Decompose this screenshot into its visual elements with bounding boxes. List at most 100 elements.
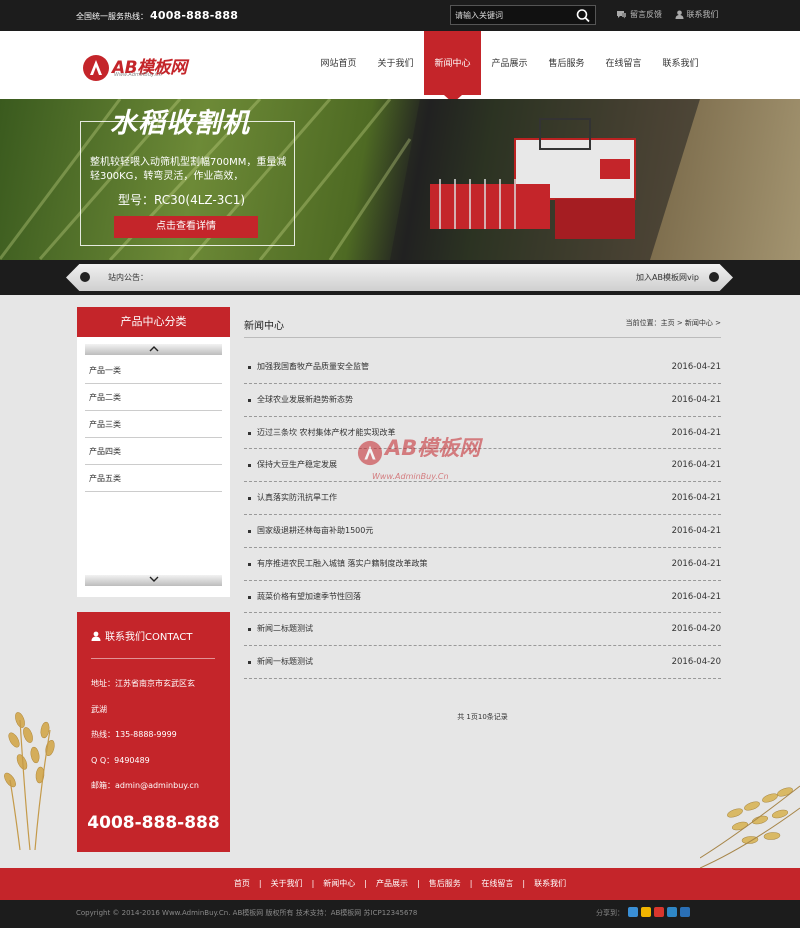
category-title: 产品中心分类 (77, 307, 230, 337)
contact-address-2: 武湖 (91, 705, 107, 714)
footer-nav-item[interactable]: 关于我们 (271, 879, 303, 888)
nav-item-7[interactable]: 联系我们 (652, 31, 709, 99)
hotline: 全国统一服务热线： 4008-888-888 (76, 9, 238, 22)
search-icon[interactable] (575, 8, 591, 23)
contact-divider (91, 658, 215, 659)
news-row[interactable]: 新闻一标题测试 2016-04-20 (244, 646, 721, 679)
footer-separator: | (522, 879, 526, 888)
share-renren-icon[interactable] (680, 907, 690, 917)
footer-nav: 首页 | 关于我们 | 新闻中心 | 产品展示 | 售后服务 | 在线留言 | 联系我们 (0, 868, 800, 900)
footer-separator: | (364, 879, 367, 888)
news-date: 2016-04-21 (671, 394, 721, 405)
chevron-up-icon (149, 346, 158, 352)
footer-nav-item[interactable]: 首页 (234, 879, 250, 888)
banner-detail-button[interactable]: 点击查看详情 (114, 216, 258, 238)
footer-nav-item[interactable]: 联系我们 (534, 879, 566, 888)
category-item[interactable]: 产品四类 (85, 438, 222, 465)
footer-separator: | (469, 879, 473, 888)
nav-item-6[interactable]: 在线留言 (595, 31, 652, 99)
nav-item-4[interactable]: 产品展示 (481, 31, 538, 99)
nav-item-3[interactable]: 新闻中心 (424, 31, 481, 103)
page-title: 新闻中心 (244, 321, 284, 332)
notice-icon (80, 272, 90, 282)
news-date: 2016-04-21 (671, 591, 721, 602)
news-row[interactable]: 全球农业发展新趋势新态势 2016-04-21 (244, 384, 721, 417)
news-title[interactable]: 保持大豆生产稳定发展 (257, 449, 337, 481)
main-nav: 网站首页 关于我们 新闻中心 产品展示 售后服务 在线留言 联系我们 (310, 31, 709, 103)
bullet-icon (248, 431, 251, 435)
watermark-logo-icon (357, 440, 383, 466)
footer-separator: | (311, 879, 315, 888)
bullet-icon (248, 366, 251, 369)
category-item[interactable]: 产品二类 (85, 384, 222, 411)
logo[interactable]: AB模板网 Www.AdminBuy.Cn (82, 53, 192, 83)
news-title[interactable]: 蔬菜价格有望加速季节性回落 (257, 581, 361, 613)
news-date: 2016-04-21 (671, 493, 721, 504)
contact-label: 联系我们 (686, 10, 719, 19)
banner-title: 水稻收割机 (110, 108, 250, 139)
vip-icon[interactable] (709, 272, 719, 282)
search-input[interactable] (455, 8, 573, 23)
banner-description: 整机较轻喂入动筛机型割幅700MM，重量减轻300KG，转弯灵活，作业高效， (90, 157, 287, 182)
footer-nav-item[interactable]: 产品展示 (376, 879, 408, 888)
wheat-decoration-right (700, 785, 800, 869)
news-date: 2016-04-20 (671, 624, 721, 635)
category-item[interactable]: 产品三类 (85, 411, 222, 438)
footer-nav-item[interactable]: 新闻中心 (323, 879, 355, 888)
news-date: 2016-04-21 (671, 460, 721, 471)
notice-strip (66, 264, 733, 291)
nav-item-5[interactable]: 售后服务 (538, 31, 595, 99)
bullet-icon (248, 464, 251, 468)
share-plus-icon[interactable] (628, 907, 638, 917)
share-weibo-icon[interactable] (654, 907, 664, 917)
footer-bottom: Copyright © 2014-2016 Www.AdminBuy.Cn. A… (0, 900, 800, 928)
news-title[interactable]: 有序推进农民工融入城镇 落实户籍制度改革政策 (257, 548, 428, 580)
nav-item-2[interactable]: 关于我们 (367, 31, 424, 99)
news-row[interactable]: 加强我国畜牧产品质量安全监管 2016-04-21 (244, 351, 721, 384)
news-row[interactable]: 新闻二标题测试 2016-04-20 (244, 613, 721, 647)
category-scroll-up[interactable] (85, 344, 222, 355)
news-date: 2016-04-21 (671, 427, 721, 438)
news-title[interactable]: 加强我国畜牧产品质量安全监管 (257, 351, 369, 383)
hotline-label: 全国统一服务热线： (76, 12, 148, 21)
watermark-subtext: Www.AdminBuy.Cn (372, 472, 449, 481)
news-title[interactable]: 全球农业发展新趋势新态势 (257, 384, 353, 416)
news-row[interactable]: 蔬菜价格有望加速季节性回落 2016-04-21 (244, 581, 721, 614)
hotline-number: 4008-888-888 (150, 9, 239, 22)
contact-big-phone: 4008-888-888 (87, 813, 220, 833)
top-links: 留言反馈 联系我们 (616, 9, 729, 21)
wheat-decoration-left (4, 712, 55, 850)
news-title[interactable]: 新闻一标题测试 (257, 646, 313, 678)
bullet-icon (248, 661, 251, 665)
footer-nav-item[interactable]: 售后服务 (429, 879, 461, 888)
watermark-text: AB模板网 (385, 436, 481, 460)
watermark: AB模板网 Www.AdminBuy.Cn (357, 428, 507, 492)
contact-panel: 联系我们CONTACT 地址：江苏省南京市玄武区玄 武湖 热线：135-8888… (77, 612, 230, 852)
news-row[interactable]: 国家级退耕还林每亩补助1500元 2016-04-21 (244, 515, 721, 548)
footer-separator: | (258, 879, 262, 888)
news-list: 加强我国畜牧产品质量安全监管 2016-04-21 全球农业发展新趋势新态势 2016… (244, 351, 721, 679)
logo-icon (83, 55, 109, 81)
bullet-icon (248, 398, 251, 402)
bullet-icon (248, 529, 251, 533)
news-row[interactable]: 有序推进农民工融入城镇 落实户籍制度改革政策 2016-04-21 (244, 548, 721, 581)
share-tqq-icon[interactable] (667, 907, 677, 917)
news-title[interactable]: 新闻二标题测试 (257, 613, 313, 645)
footer-nav-item[interactable]: 在线留言 (481, 879, 513, 888)
title-divider (244, 337, 721, 338)
category-scroll-down[interactable] (85, 575, 222, 586)
nav-item-1[interactable]: 网站首页 (310, 31, 367, 99)
category-item[interactable]: 产品五类 (85, 465, 222, 492)
feedback-link[interactable]: 留言反馈 (616, 9, 662, 20)
footer-separator: | (417, 879, 420, 888)
contact-address-1: 地址：江苏省南京市玄武区玄 (91, 679, 195, 688)
share-qzone-icon[interactable] (641, 907, 651, 917)
contact-link[interactable]: 联系我们 (675, 9, 719, 20)
breadcrumb[interactable]: 当前位置：主页 > 新闻中心 > (626, 318, 721, 328)
category-item[interactable]: 产品一类 (85, 357, 222, 384)
bullet-icon (248, 595, 251, 599)
news-title[interactable]: 认真落实防汛抗旱工作 (257, 482, 337, 514)
vip-link[interactable]: 加入AB模板网vip (636, 272, 699, 283)
news-title[interactable]: 国家级退耕还林每亩补助1500元 (257, 515, 373, 547)
notice-bar: 站内公告： 加入AB模板网vip (0, 260, 800, 295)
